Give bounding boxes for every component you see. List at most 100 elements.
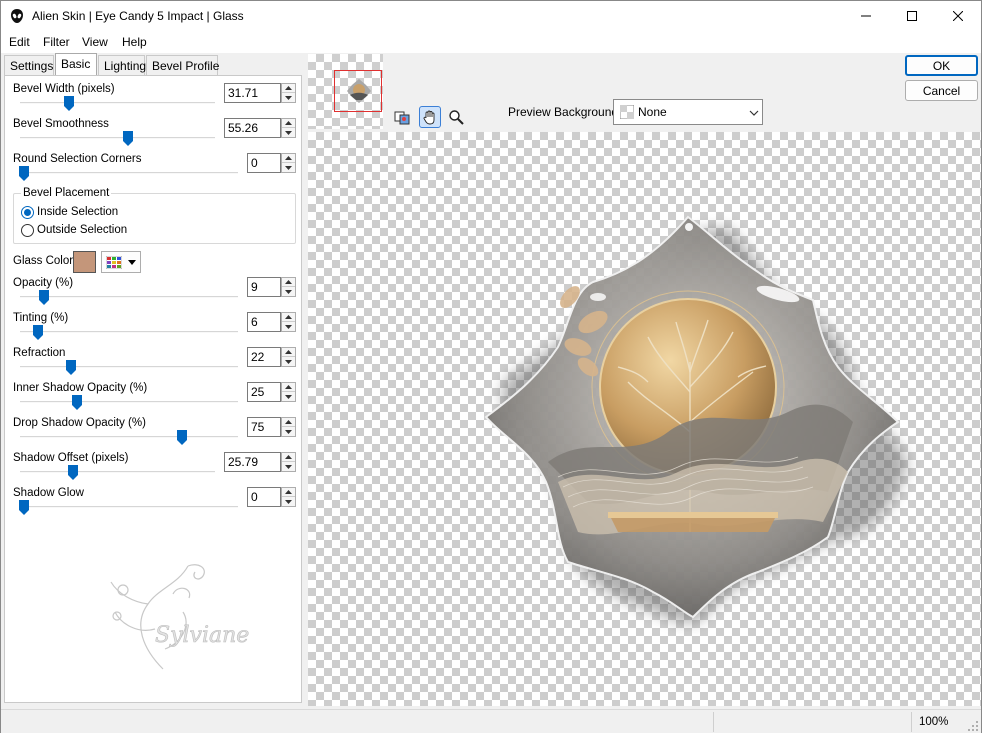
- spin-down-icon[interactable]: [282, 462, 295, 471]
- refraction-field[interactable]: 22: [247, 347, 281, 367]
- inner-shadow-opacity-slider-thumb[interactable]: [72, 395, 82, 410]
- menu-edit[interactable]: Edit: [9, 35, 30, 49]
- tinting-field[interactable]: 6: [247, 312, 281, 332]
- bevel-smoothness-spinner[interactable]: [281, 118, 296, 138]
- spin-down-icon[interactable]: [282, 322, 295, 331]
- refraction-spinner[interactable]: [281, 347, 296, 367]
- spin-up-icon[interactable]: [282, 453, 295, 462]
- spin-down-icon[interactable]: [282, 163, 295, 172]
- inner-shadow-opacity-spinner[interactable]: [281, 382, 296, 402]
- spin-up-icon[interactable]: [282, 418, 295, 427]
- outside-selection-radio[interactable]: [21, 224, 34, 237]
- color-grid-icon: [106, 256, 122, 269]
- spin-down-icon[interactable]: [282, 93, 295, 102]
- refraction-slider-thumb[interactable]: [66, 360, 76, 375]
- compare-icon: [394, 111, 410, 125]
- shadow-offset-label: Shadow Offset (pixels): [13, 452, 129, 464]
- menu-view[interactable]: View: [82, 35, 108, 49]
- bevel-smoothness-slider-track[interactable]: [20, 137, 215, 139]
- bevel-smoothness-slider-thumb[interactable]: [123, 131, 133, 146]
- round-corners-slider-thumb[interactable]: [19, 166, 29, 181]
- navigator-view-rect[interactable]: [334, 70, 382, 112]
- tab-bevel-profile[interactable]: Bevel Profile: [146, 55, 219, 75]
- spin-up-icon[interactable]: [282, 278, 295, 287]
- bevel-width-slider-thumb[interactable]: [64, 96, 74, 111]
- menu-filter[interactable]: Filter: [43, 35, 70, 49]
- spin-up-icon[interactable]: [282, 348, 295, 357]
- glass-color-label: Glass Color: [13, 255, 74, 267]
- spin-down-icon[interactable]: [282, 357, 295, 366]
- spin-up-icon[interactable]: [282, 383, 295, 392]
- inside-selection-label[interactable]: Inside Selection: [37, 206, 118, 218]
- shadow-glow-slider-track[interactable]: [20, 506, 238, 508]
- tinting-spinner[interactable]: [281, 312, 296, 332]
- shadow-glow-field[interactable]: 0: [247, 487, 281, 507]
- shadow-offset-slider-thumb[interactable]: [68, 465, 78, 480]
- compare-tool-button[interactable]: [391, 106, 413, 128]
- glass-color-swatch[interactable]: [73, 251, 96, 273]
- spin-up-icon[interactable]: [282, 119, 295, 128]
- status-bar: 100%: [1, 709, 981, 733]
- zoom-tool-button[interactable]: [445, 106, 467, 128]
- tab-lighting[interactable]: Lighting: [98, 55, 146, 75]
- ok-button[interactable]: OK: [905, 55, 978, 76]
- tab-basic[interactable]: Basic: [55, 53, 97, 75]
- spin-down-icon[interactable]: [282, 427, 295, 436]
- tab-settings[interactable]: Settings: [4, 55, 54, 75]
- menu-bar: Edit Filter View Help: [1, 31, 981, 53]
- shadow-glow-slider-thumb[interactable]: [19, 500, 29, 515]
- preview-background-select[interactable]: None: [613, 99, 763, 125]
- opacity-slider-track[interactable]: [20, 296, 238, 298]
- opacity-field[interactable]: 9: [247, 277, 281, 297]
- bevel-smoothness-field[interactable]: 55.26: [224, 118, 281, 138]
- hand-tool-button[interactable]: [419, 106, 441, 128]
- shadow-glow-spinner[interactable]: [281, 487, 296, 507]
- close-button[interactable]: [935, 1, 981, 31]
- inner-shadow-opacity-field[interactable]: 25: [247, 382, 281, 402]
- inner-shadow-opacity-slider-track[interactable]: [20, 401, 238, 403]
- round-corners-field[interactable]: 0: [247, 153, 281, 173]
- minimize-icon: [861, 15, 871, 17]
- maximize-button[interactable]: [889, 1, 935, 31]
- spin-down-icon[interactable]: [282, 287, 295, 296]
- shadow-offset-slider-track[interactable]: [20, 471, 215, 473]
- resize-grip-icon[interactable]: [967, 720, 979, 732]
- drop-shadow-opacity-slider-track[interactable]: [20, 436, 238, 438]
- inside-selection-radio[interactable]: [21, 206, 34, 219]
- color-picker-button[interactable]: [101, 251, 141, 273]
- drop-shadow-opacity-field[interactable]: 75: [247, 417, 281, 437]
- minimize-button[interactable]: [843, 1, 889, 31]
- bevel-width-field[interactable]: 31.71: [224, 83, 281, 103]
- tinting-slider-thumb[interactable]: [33, 325, 43, 340]
- bevel-width-slider-track[interactable]: [20, 102, 215, 104]
- spin-up-icon[interactable]: [282, 84, 295, 93]
- opacity-slider-thumb[interactable]: [39, 290, 49, 305]
- refraction-slider-track[interactable]: [20, 366, 238, 368]
- spin-up-icon[interactable]: [282, 154, 295, 163]
- shadow-offset-spinner[interactable]: [281, 452, 296, 472]
- spin-up-icon[interactable]: [282, 488, 295, 497]
- outside-selection-label[interactable]: Outside Selection: [37, 224, 127, 236]
- spin-down-icon[interactable]: [282, 392, 295, 401]
- status-separator: [713, 712, 714, 732]
- bevel-smoothness-label: Bevel Smoothness: [13, 118, 109, 130]
- round-corners-slider-track[interactable]: [20, 172, 238, 174]
- spin-down-icon[interactable]: [282, 497, 295, 506]
- opacity-label: Opacity (%): [13, 277, 74, 289]
- preview-canvas[interactable]: [308, 132, 981, 706]
- glass-effect-preview-image: [484, 215, 908, 623]
- bevel-width-spinner[interactable]: [281, 83, 296, 103]
- round-corners-spinner[interactable]: [281, 153, 296, 173]
- magnifier-icon: [449, 110, 464, 125]
- drop-shadow-opacity-spinner[interactable]: [281, 417, 296, 437]
- cancel-button[interactable]: Cancel: [905, 80, 978, 101]
- shadow-offset-field[interactable]: 25.79: [224, 452, 281, 472]
- status-separator: [911, 712, 912, 732]
- drop-shadow-opacity-slider-thumb[interactable]: [177, 430, 187, 445]
- tinting-slider-track[interactable]: [20, 331, 238, 333]
- opacity-spinner[interactable]: [281, 277, 296, 297]
- spin-up-icon[interactable]: [282, 313, 295, 322]
- eye-candy-window: Alien Skin | Eye Candy 5 Impact | Glass …: [0, 0, 982, 733]
- menu-help[interactable]: Help: [122, 35, 147, 49]
- spin-down-icon[interactable]: [282, 128, 295, 137]
